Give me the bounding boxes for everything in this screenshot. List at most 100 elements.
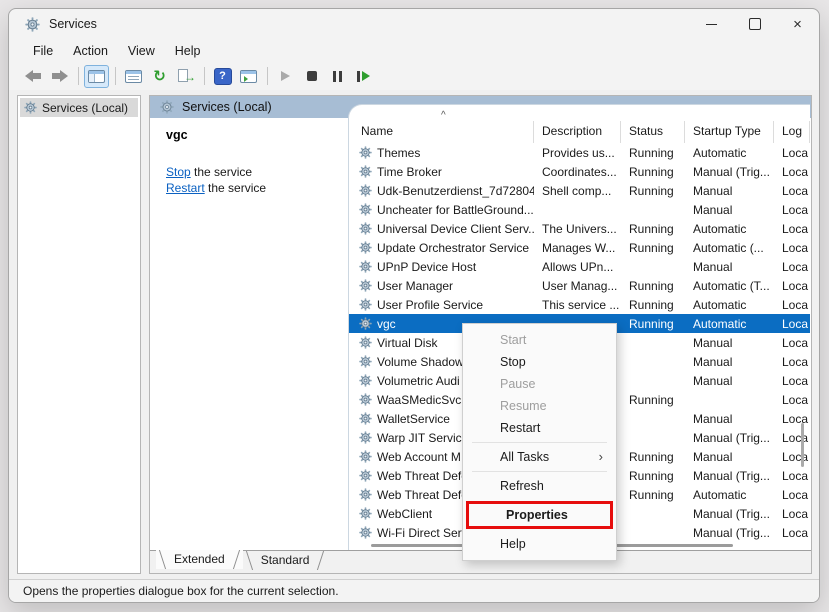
close-button[interactable]: ×: [776, 9, 819, 39]
service-gear-icon: [359, 203, 372, 216]
service-gear-icon: [359, 260, 372, 273]
column-header-log[interactable]: Log: [774, 121, 810, 143]
tab-standard[interactable]: Standard: [243, 551, 328, 570]
service-name: WalletService: [377, 411, 450, 426]
context-menu-item-refresh[interactable]: Refresh: [463, 475, 616, 497]
start-service-button[interactable]: [273, 65, 298, 88]
table-row[interactable]: Time Broker Coordinates... Running Manual (…: [349, 162, 810, 181]
startup-type-cell: Manual (Trig...: [693, 525, 770, 540]
column-header-row: Name Description Status Startup Type Log: [349, 105, 810, 143]
properties-toolbar-button[interactable]: [121, 65, 146, 88]
submenu-arrow-icon: ›: [598, 449, 603, 464]
export-list-button[interactable]: →: [173, 65, 198, 88]
show-action-pane-button[interactable]: [236, 65, 261, 88]
status-cell: Running: [629, 487, 674, 502]
toolbar-separator: [115, 67, 116, 85]
table-row[interactable]: Themes Provides us... Running Automatic Loca: [349, 143, 810, 162]
log-on-as-cell: Loca: [782, 335, 809, 350]
log-on-as-cell: Loca: [782, 525, 809, 540]
table-row[interactable]: Universal Device Client Serv... The Unive…: [349, 219, 810, 238]
column-header-status[interactable]: Status: [621, 121, 685, 143]
column-header-description[interactable]: Description: [534, 121, 621, 143]
description-cell: Coordinates...: [542, 164, 617, 179]
service-gear-icon: [359, 336, 372, 349]
log-on-as-cell: Loca: [782, 145, 809, 160]
status-bar: Opens the properties dialogue box for th…: [9, 579, 819, 602]
back-arrow-icon: [25, 70, 42, 82]
startup-type-cell: Manual: [693, 183, 733, 198]
services-app-icon: [25, 17, 40, 32]
description-cell: The Univers...: [542, 221, 617, 236]
log-on-as-cell: Loca: [782, 316, 809, 331]
context-menu-item-help[interactable]: Help: [463, 533, 616, 555]
services-node-icon: [24, 101, 37, 114]
table-row[interactable]: Update Orchestrator Service Manages W... R…: [349, 238, 810, 257]
status-cell: Running: [629, 468, 674, 483]
menu-item-label: Refresh: [500, 479, 544, 493]
menu-view[interactable]: View: [118, 42, 165, 60]
context-menu-item-stop[interactable]: Stop: [463, 351, 616, 373]
forward-button[interactable]: [47, 65, 72, 88]
tree-item-services-local[interactable]: Services (Local): [20, 98, 138, 117]
service-name: Web Threat Defe: [377, 487, 468, 502]
log-on-as-cell: Loca: [782, 392, 809, 407]
restart-service-button[interactable]: [351, 65, 376, 88]
services-window: Services × File Action View Help ↻ → ? Serv…: [8, 8, 820, 603]
name-cell: UPnP Device Host: [349, 260, 534, 274]
column-header-name[interactable]: Name: [349, 121, 534, 143]
service-name: User Manager: [377, 278, 454, 293]
status-cell: Running: [629, 392, 674, 407]
log-on-as-cell: Loca: [782, 202, 809, 217]
pause-service-button[interactable]: [325, 65, 350, 88]
name-cell: Themes: [349, 146, 534, 160]
table-row[interactable]: Uncheater for BattleGround... Manual Loca: [349, 200, 810, 219]
log-on-as-cell: Loca: [782, 449, 809, 464]
startup-type-cell: Manual (Trig...: [693, 430, 770, 445]
service-name: WaaSMedicSvc: [377, 392, 462, 407]
tab-extended[interactable]: Extended: [156, 550, 243, 569]
service-gear-icon: [359, 165, 372, 178]
refresh-button[interactable]: ↻: [147, 65, 172, 88]
startup-type-cell: Manual: [693, 335, 733, 350]
context-menu-item-all-tasks[interactable]: All Tasks ›: [463, 446, 616, 468]
service-link-text: the service: [204, 181, 267, 195]
context-menu-item-resume[interactable]: Resume: [463, 395, 616, 417]
show-console-tree-button[interactable]: [84, 64, 109, 88]
menu-separator: [472, 442, 607, 443]
context-menu-item-restart[interactable]: Restart: [463, 417, 616, 439]
log-on-as-cell: Loca: [782, 221, 809, 236]
services-header-icon: [160, 100, 174, 114]
service-gear-icon: [359, 374, 372, 387]
help-button[interactable]: ?: [210, 65, 235, 88]
table-row[interactable]: UPnP Device Host Allows UPn... Manual Loca: [349, 257, 810, 276]
vertical-scrollbar[interactable]: [801, 423, 804, 467]
menu-item-label: Restart: [500, 421, 541, 435]
console-tree-icon: [88, 69, 105, 83]
menu-file[interactable]: File: [23, 42, 63, 60]
menu-action[interactable]: Action: [63, 42, 118, 60]
restart-service-link[interactable]: Restart: [166, 181, 205, 195]
table-row[interactable]: User Manager User Manag... Running Automati…: [349, 276, 810, 295]
maximize-button[interactable]: [733, 9, 776, 39]
context-menu-item-start[interactable]: Start: [463, 329, 616, 351]
column-header-startup-type[interactable]: Startup Type: [685, 121, 774, 143]
service-name: Web Threat Defe: [377, 468, 468, 483]
minimize-button[interactable]: [690, 9, 733, 39]
service-link-line: Stop the service: [166, 164, 348, 180]
name-cell: Uncheater for BattleGround...: [349, 203, 534, 217]
back-button[interactable]: [21, 65, 46, 88]
menu-help[interactable]: Help: [165, 42, 211, 60]
context-menu-item-properties[interactable]: Properties: [469, 504, 610, 526]
table-row[interactable]: Udk-Benutzerdienst_7d72804 Shell comp... R…: [349, 181, 810, 200]
action-pane-icon: [240, 69, 257, 83]
service-gear-icon: [359, 393, 372, 406]
menu-item-label: Resume: [500, 399, 547, 413]
context-menu-item-pause[interactable]: Pause: [463, 373, 616, 395]
stop-service-link[interactable]: Stop: [166, 165, 191, 179]
table-row[interactable]: User Profile Service This service ... Runn…: [349, 295, 810, 314]
stop-service-button[interactable]: [299, 65, 324, 88]
column-headers: Name Description Status Startup Type Log: [349, 121, 810, 143]
export-list-icon: →: [177, 68, 196, 84]
startup-type-cell: Manual (Trig...: [693, 164, 770, 179]
status-cell: Running: [629, 278, 674, 293]
